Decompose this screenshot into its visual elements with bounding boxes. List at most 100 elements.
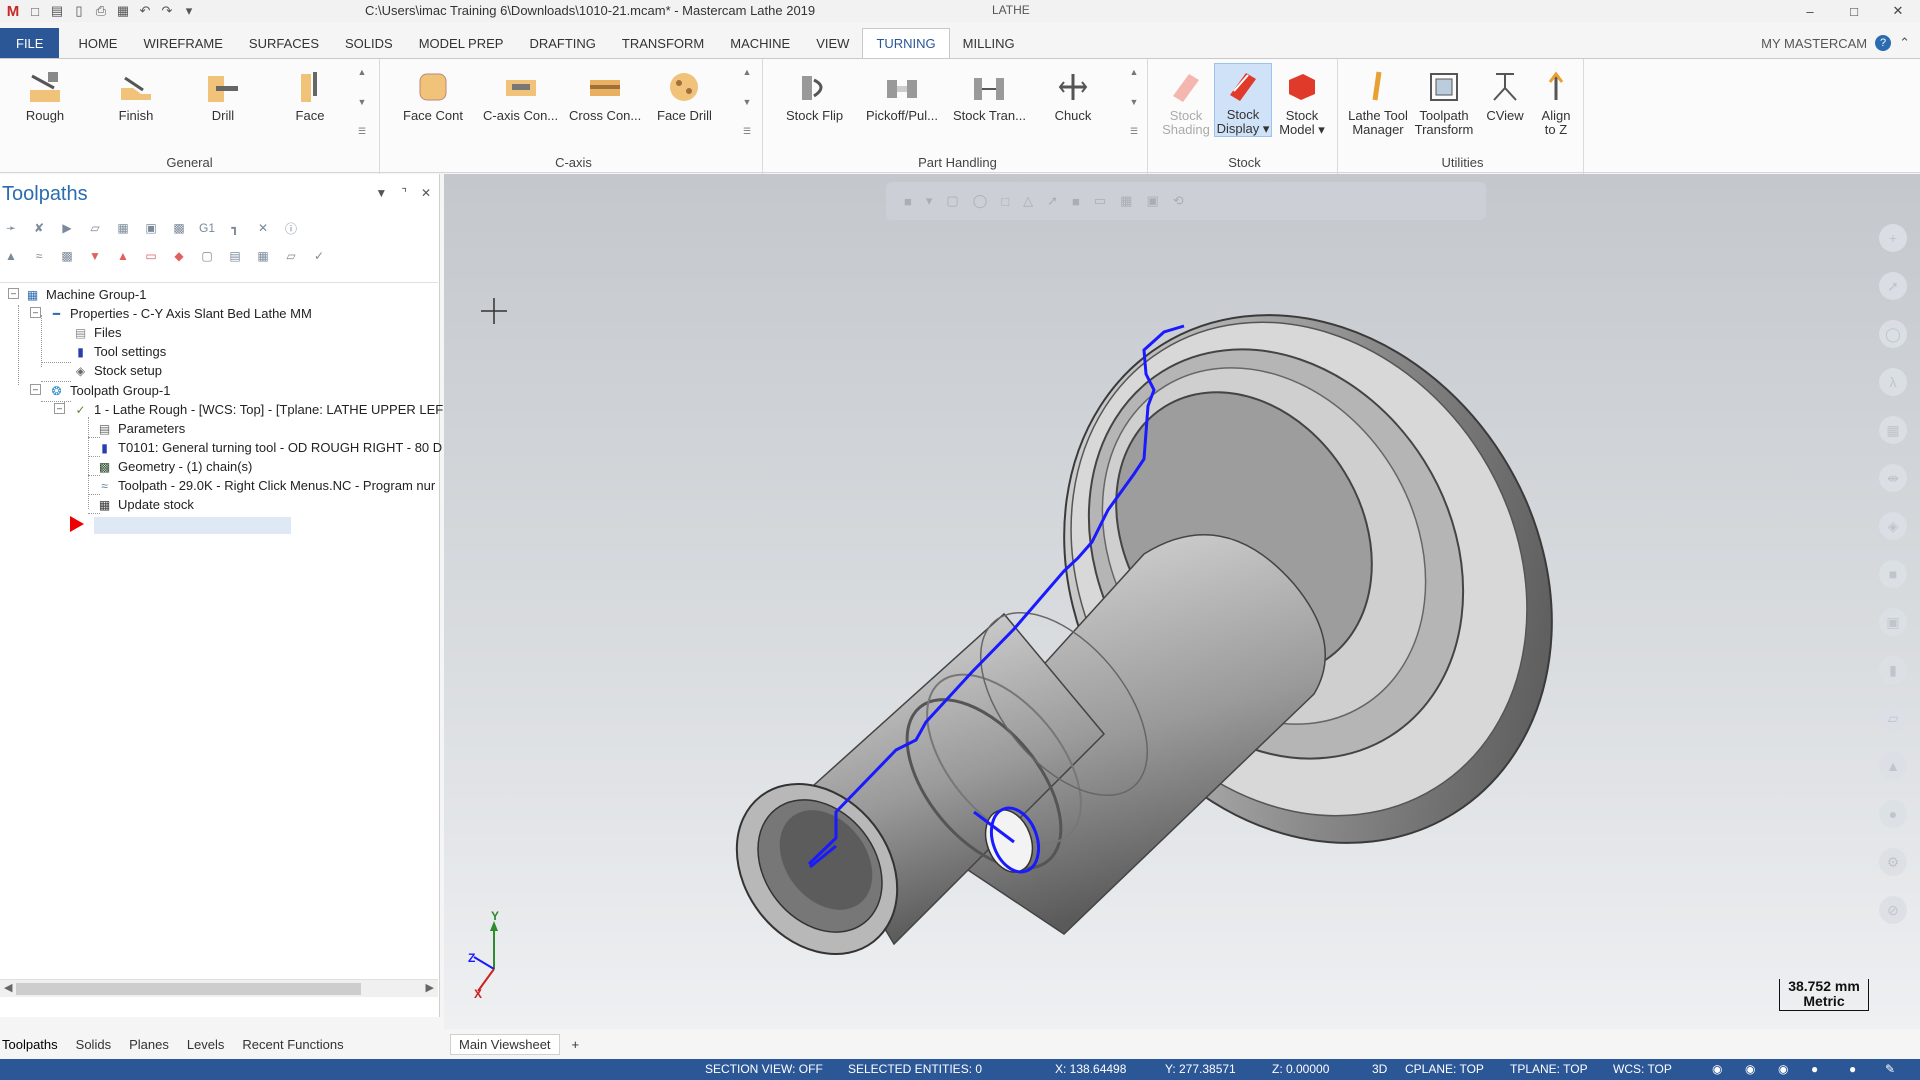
insert-after-icon[interactable]: ▭ xyxy=(142,247,160,265)
minimize-icon[interactable]: – xyxy=(1788,0,1832,22)
chuck-button[interactable]: Chuck xyxy=(1053,65,1093,123)
move-down-icon[interactable]: ▼ xyxy=(86,247,104,265)
globe-cplane-icon[interactable]: ◉ xyxy=(1745,1062,1755,1076)
tab-transform[interactable]: TRANSFORM xyxy=(609,28,717,58)
caxis-gallery-scroll[interactable]: ▲ ▼ ☰ xyxy=(741,67,753,137)
tree-horizontal-scrollbar[interactable]: ◀ ▶ xyxy=(0,979,438,997)
pen-tool-icon[interactable]: ✎ xyxy=(1885,1062,1895,1076)
close-icon[interactable]: ✕ xyxy=(1876,0,1920,22)
tab-wireframe[interactable]: WIREFRAME xyxy=(130,28,235,58)
stock-model-button[interactable]: Stock Model ▾ xyxy=(1274,65,1330,137)
help-icon[interactable]: ? xyxy=(1875,35,1892,51)
tree-tool[interactable]: ▮ T0101: General turning tool - OD ROUGH… xyxy=(96,438,442,457)
select-all-operations-icon[interactable]: ➛ xyxy=(2,219,20,237)
panel-close-icon[interactable]: ✕ xyxy=(421,186,431,200)
open-icon[interactable]: ▯ xyxy=(70,2,88,20)
post-selected-icon[interactable]: ▱ xyxy=(282,247,300,265)
tab-solids[interactable]: SOLIDS xyxy=(332,28,406,58)
tab-view[interactable]: VIEW xyxy=(803,28,862,58)
part-handling-gallery-scroll[interactable]: ▲ ▼ ☰ xyxy=(1128,67,1140,137)
tree-update-stock[interactable]: ▦ Update stock xyxy=(96,495,194,514)
deselect-all-icon[interactable]: ✘ xyxy=(30,219,48,237)
3d-mode-toggle[interactable]: 3D xyxy=(1372,1062,1387,1076)
insert-arrow-icon[interactable] xyxy=(70,516,84,532)
tree-files[interactable]: ▤ Files xyxy=(72,323,122,342)
print-icon[interactable]: ⎙ xyxy=(92,2,110,20)
tree-properties[interactable]: ━ Properties - C-Y Axis Slant Bed Lathe … xyxy=(48,304,312,323)
graphics-viewport[interactable]: ■ ▾ ▢ ◯ □ △ ➚ ■ ▭ ▦ ▣ ⟲ + ➚ ◯ λ ▦ ⇼ ◈ ■ … xyxy=(444,174,1920,1029)
verify-icon[interactable]: ▩ xyxy=(170,219,188,237)
selected-entities-status[interactable]: SELECTED ENTITIES: 0 xyxy=(848,1062,982,1076)
lathe-tool-manager-button[interactable]: Lathe Tool Manager xyxy=(1346,65,1410,137)
stock-flip-button[interactable]: Stock Flip xyxy=(786,65,843,123)
section-view-status[interactable]: SECTION VIEW: OFF xyxy=(705,1062,823,1076)
display-toolpath-icon[interactable]: ▤ xyxy=(226,247,244,265)
general-gallery-scroll[interactable]: ▲ ▼ ☰ xyxy=(356,67,368,137)
shading-ball-icon[interactable]: ● xyxy=(1811,1062,1818,1076)
cross-con-button[interactable]: Cross Con... xyxy=(569,65,641,123)
toolpath-transform-button[interactable]: Toolpath Transform xyxy=(1412,65,1476,137)
my-mastercam-link[interactable]: MY MASTERCAM xyxy=(1761,36,1867,51)
tree-toolpath-group[interactable]: ❂ Toolpath Group-1 xyxy=(48,381,170,400)
tab-levels-manager[interactable]: Levels xyxy=(187,1037,225,1052)
drill-button[interactable]: Drill xyxy=(203,65,243,123)
globe-view-icon[interactable]: ◉ xyxy=(1712,1062,1722,1076)
collapse-machine-group[interactable]: – xyxy=(8,288,19,299)
select-dirty-icon[interactable]: ▶ xyxy=(58,219,76,237)
tab-recent-functions[interactable]: Recent Functions xyxy=(242,1037,343,1052)
display-selected-icon[interactable]: ▢ xyxy=(198,247,216,265)
simulate-icon[interactable]: ✓ xyxy=(310,247,328,265)
finish-button[interactable]: Finish xyxy=(116,65,156,123)
collapse-properties[interactable]: – xyxy=(30,307,41,318)
tplane-status[interactable]: TPLANE: TOP xyxy=(1510,1062,1588,1076)
rough-button[interactable]: Rough xyxy=(25,65,65,123)
tab-file[interactable]: FILE xyxy=(0,28,60,58)
redo-icon[interactable]: ↷ xyxy=(158,2,176,20)
help-toolpaths-icon[interactable]: ⓘ xyxy=(282,219,300,237)
new-file-icon[interactable]: □ xyxy=(26,2,44,20)
delete-operations-icon[interactable]: ✕ xyxy=(254,219,272,237)
tab-turning[interactable]: TURNING xyxy=(862,28,950,58)
customize-qat-icon[interactable]: ▾ xyxy=(180,2,198,20)
wcs-status[interactable]: WCS: TOP xyxy=(1613,1062,1672,1076)
light-ball-icon[interactable]: ● xyxy=(1849,1062,1856,1076)
collapse-ribbon-icon[interactable]: ⌃ xyxy=(1899,35,1910,51)
save-icon[interactable]: ▤ xyxy=(48,2,66,20)
maximize-icon[interactable]: □ xyxy=(1832,0,1876,22)
pin-icon[interactable]: ⌝ xyxy=(401,186,407,200)
scroll-right-icon[interactable]: ▶ xyxy=(426,981,434,994)
tree-toolpath-file[interactable]: ≈ Toolpath - 29.0K - Right Click Menus.N… xyxy=(96,476,435,495)
tree-tool-settings[interactable]: ▮ Tool settings xyxy=(72,342,166,361)
tab-solids-manager[interactable]: Solids xyxy=(76,1037,111,1052)
add-viewsheet-button[interactable]: + xyxy=(572,1037,580,1052)
cplane-status[interactable]: CPLANE: TOP xyxy=(1405,1062,1484,1076)
lathe-part-model[interactable] xyxy=(444,174,1920,1029)
cview-button[interactable]: CView xyxy=(1480,65,1530,123)
tab-drafting[interactable]: DRAFTING xyxy=(516,28,608,58)
stock-shading-button[interactable]: Stock Shading xyxy=(1158,65,1214,137)
save-as-icon[interactable]: ▦ xyxy=(114,2,132,20)
toggle-posting-icon[interactable]: ▩ xyxy=(58,247,76,265)
align-to-z-button[interactable]: Align to Z xyxy=(1532,65,1580,137)
face-cont-button[interactable]: Face Cont xyxy=(403,65,463,123)
highfeed-icon[interactable]: ┓ xyxy=(226,219,244,237)
backplot-icon[interactable]: ▣ xyxy=(142,219,160,237)
mastercam-logo-icon[interactable]: M xyxy=(4,2,22,20)
stock-tran-button[interactable]: Stock Tran... xyxy=(953,65,1026,123)
tab-home[interactable]: HOME xyxy=(65,28,130,58)
tree-operation-1[interactable]: ✓ 1 - Lathe Rough - [WCS: Top] - [Tplane… xyxy=(72,400,443,419)
tab-milling[interactable]: MILLING xyxy=(950,28,1028,58)
panel-dropdown-icon[interactable]: ▼ xyxy=(375,186,387,200)
tree-machine-group[interactable]: ▦ Machine Group-1 xyxy=(24,285,147,304)
face-button[interactable]: Face xyxy=(290,65,330,123)
globe-tplane-icon[interactable]: ◉ xyxy=(1778,1062,1788,1076)
regenerate-all-icon[interactable]: ▱ xyxy=(86,219,104,237)
g1-post-icon[interactable]: G1 xyxy=(198,219,216,237)
tree-parameters[interactable]: ▤ Parameters xyxy=(96,419,185,438)
scroll-left-icon[interactable]: ◀ xyxy=(4,981,12,994)
tab-main-viewsheet[interactable]: Main Viewsheet xyxy=(450,1033,560,1055)
collapse-operation-1[interactable]: – xyxy=(54,403,65,414)
tree-stock-setup[interactable]: ◈ Stock setup xyxy=(72,361,162,380)
lock-icon[interactable]: ▲ xyxy=(2,247,20,265)
tab-model-prep[interactable]: MODEL PREP xyxy=(406,28,517,58)
